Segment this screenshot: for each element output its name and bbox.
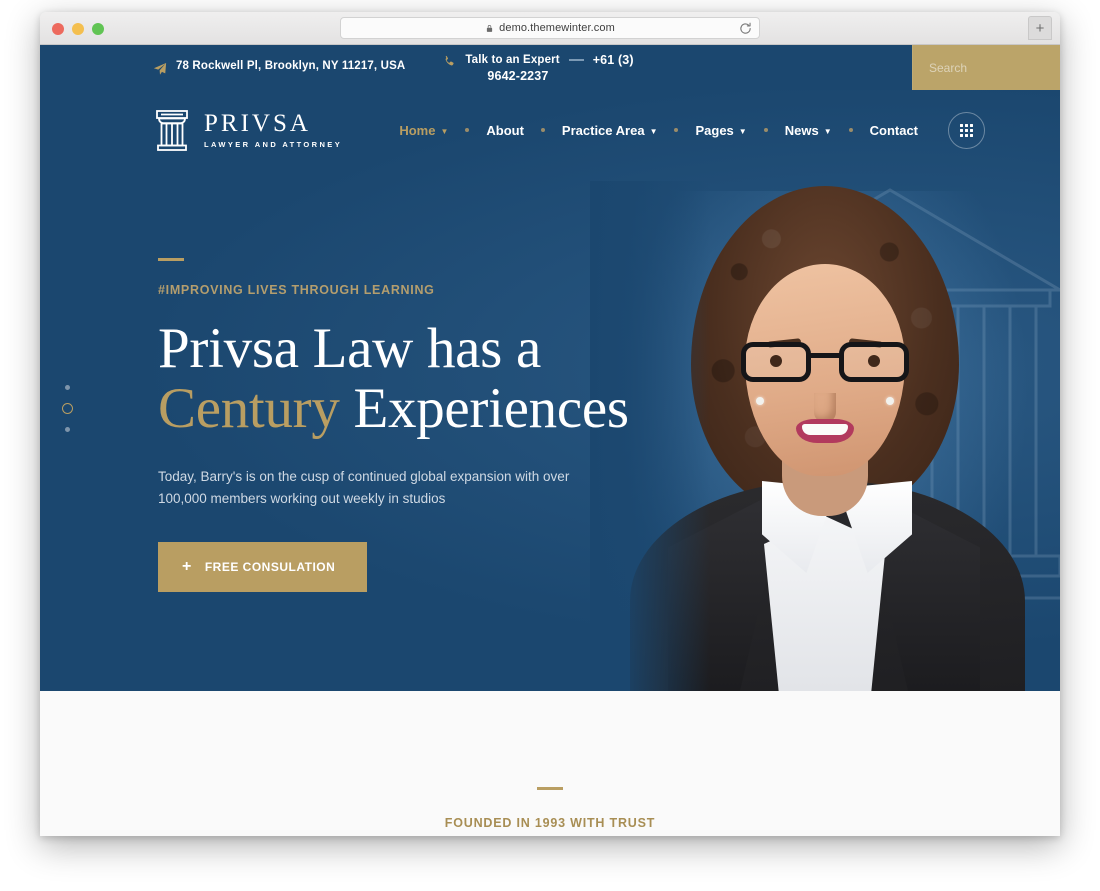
nav-separator	[763, 128, 768, 132]
nav-separator	[674, 128, 679, 132]
nav-separator	[540, 128, 545, 132]
hero-subtitle: Today, Barry's is on the cusp of continu…	[158, 468, 570, 506]
address-bar[interactable]: demo.themewinter.com	[340, 17, 760, 39]
search-input[interactable]	[929, 60, 1060, 75]
column-pillar-icon	[156, 110, 188, 151]
office-address-text: 78 Rockwell Pl, Brooklyn, NY 11217, USA	[176, 59, 406, 72]
hero-title-line1: Privsa Law has a	[158, 317, 542, 380]
free-consultation-button[interactable]: + FREE CONSULATION	[158, 541, 368, 592]
nav-separator	[848, 128, 853, 132]
logo-name: PRIVSA	[204, 110, 311, 138]
main-header: PRIVSA LAWYER AND ATTORNEY Home ▼ About	[40, 90, 1060, 170]
nav-item-contact-label: Contact	[869, 122, 918, 138]
nav-item-about[interactable]: About	[486, 123, 524, 138]
founded-section: FOUNDED IN 1993 WITH TRUST	[40, 691, 1060, 836]
url-text: demo.themewinter.com	[499, 22, 615, 34]
hero-accent-dash	[158, 258, 184, 261]
phone-icon	[445, 55, 454, 65]
chevron-down-icon: ▼	[823, 126, 832, 136]
window-traffic-lights	[52, 23, 104, 35]
grid-menu-icon[interactable]	[948, 111, 985, 149]
nav-item-pages[interactable]: Pages ▼	[695, 123, 746, 138]
nav-item-about-label: About	[486, 122, 524, 138]
plus-icon: +	[182, 557, 192, 575]
nav-item-home[interactable]: Home ▼	[399, 123, 448, 138]
contact-phone[interactable]: Talk to an Expert +61 (3) 9642-2237	[443, 52, 634, 83]
nav-item-home-label: Home	[399, 122, 436, 138]
maximize-window-button[interactable]	[92, 23, 104, 35]
nav-item-practice-area[interactable]: Practice Area ▼	[562, 123, 658, 138]
browser-chrome: demo.themewinter.com +	[40, 12, 1060, 45]
nav-item-news[interactable]: News ▼	[785, 123, 832, 138]
hero-title-accent: Century	[158, 377, 340, 441]
logo-tagline: LAWYER AND ATTORNEY	[204, 140, 343, 150]
minimize-window-button[interactable]	[72, 23, 84, 35]
hero-slider-pagination	[62, 385, 73, 432]
contact-phone-prefix: +61 (3)	[592, 52, 634, 67]
contact-label: Talk to an Expert	[465, 53, 560, 66]
chevron-down-icon: ▼	[649, 126, 658, 136]
site-logo[interactable]: PRIVSA LAWYER AND ATTORNEY	[153, 108, 342, 152]
founded-accent-dash	[537, 787, 563, 790]
office-address: 78 Rockwell Pl, Brooklyn, NY 11217, USA	[153, 60, 405, 76]
founded-tagline: FOUNDED IN 1993 WITH TRUST	[444, 816, 656, 830]
search-box[interactable]	[912, 45, 1060, 90]
eyeglasses-detail	[739, 339, 911, 385]
slider-dot-1[interactable]	[65, 385, 70, 390]
new-tab-button[interactable]: +	[1028, 16, 1052, 40]
browser-window: demo.themewinter.com + 78 Rockwell Pl, B…	[40, 12, 1060, 836]
main-navigation: Home ▼ About Practice Area ▼ Pages ▼ New…	[399, 111, 985, 149]
contact-divider	[568, 58, 584, 61]
top-info-bar: 78 Rockwell Pl, Brooklyn, NY 11217, USA …	[40, 45, 1060, 90]
nav-item-pages-label: Pages	[695, 122, 734, 138]
chevron-down-icon: ▼	[440, 126, 449, 136]
free-consultation-label: FREE CONSULATION	[204, 559, 336, 574]
hero-title: Privsa Law has a Century Experiences	[158, 317, 678, 441]
nav-separator	[465, 128, 470, 132]
contact-phone-number: 9642-2237	[487, 68, 549, 83]
nav-item-news-label: News	[784, 122, 819, 138]
chevron-down-icon: ▼	[738, 126, 747, 136]
nav-item-contact[interactable]: Contact	[870, 123, 918, 138]
hero-title-line2-rest: Experiences	[339, 377, 629, 441]
paper-plane-icon	[153, 62, 167, 75]
close-window-button[interactable]	[52, 23, 64, 35]
slider-dot-2[interactable]	[62, 403, 73, 414]
page-viewport: 78 Rockwell Pl, Brooklyn, NY 11217, USA …	[40, 45, 1060, 836]
nav-item-practice-area-label: Practice Area	[561, 122, 645, 138]
hero-content: #IMPROVING LIVES THROUGH LEARNING Privsa…	[158, 258, 678, 592]
hero-tagline: #IMPROVING LIVES THROUGH LEARNING	[158, 283, 435, 297]
lock-icon	[487, 24, 493, 32]
reload-icon[interactable]	[739, 22, 752, 35]
hero-section: PRIVSA LAWYER AND ATTORNEY Home ▼ About	[40, 90, 1060, 691]
slider-dot-3[interactable]	[65, 427, 70, 432]
